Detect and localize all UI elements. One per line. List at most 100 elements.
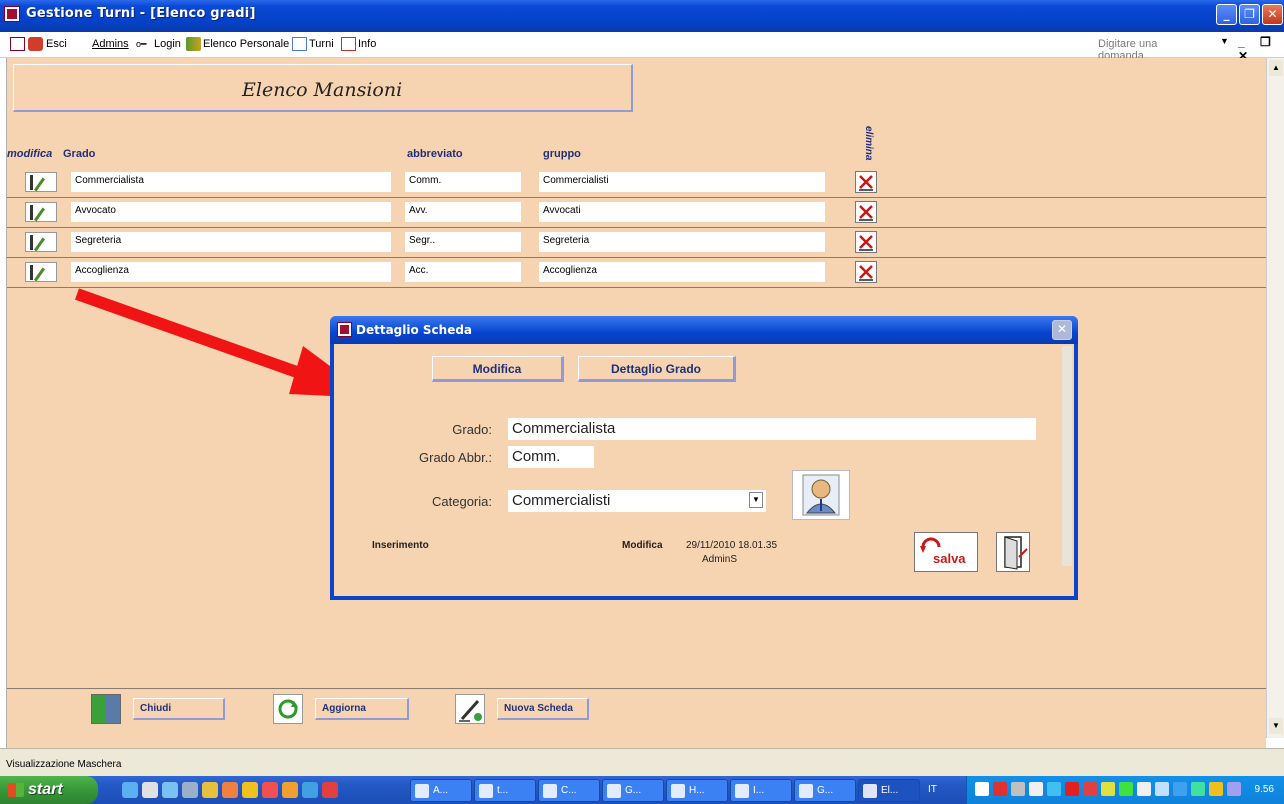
scroll-down-icon[interactable]: ▼ [1269, 718, 1283, 734]
dialog-title-bar: Dettaglio Scheda ✕ [330, 316, 1078, 344]
gruppo-field[interactable]: Segreteria [539, 232, 825, 252]
close-button[interactable]: ✕ [1262, 4, 1283, 25]
taskbar-item[interactable]: I... [730, 779, 792, 802]
grado-field[interactable]: Avvocato [71, 202, 391, 222]
scroll-up-icon[interactable]: ▲ [1269, 60, 1283, 76]
grado-label: Grado: [452, 422, 492, 437]
edit-pencil-icon[interactable] [25, 232, 57, 252]
save-button[interactable]: salva [914, 532, 978, 572]
access-app-icon [337, 322, 352, 337]
app-icon[interactable] [322, 782, 338, 798]
tray-icon[interactable] [975, 782, 989, 796]
modifica-timestamp: 29/11/2010 18.01.35 [686, 540, 778, 551]
tray-icon[interactable] [1173, 782, 1187, 796]
gruppo-field[interactable]: Accoglienza [539, 262, 825, 282]
edit-pencil-icon[interactable] [25, 172, 57, 192]
menu-info[interactable]: Info [358, 38, 376, 50]
app-icon[interactable] [242, 782, 258, 798]
dialog-title: Dettaglio Scheda [356, 323, 473, 337]
abbreviato-field[interactable]: Avv. [405, 202, 521, 222]
tray-icon[interactable] [1227, 782, 1241, 796]
grado-field[interactable]: Accoglienza [71, 262, 391, 282]
delete-x-icon[interactable] [855, 261, 877, 283]
tray-icon[interactable] [1029, 782, 1043, 796]
app-icon[interactable] [282, 782, 298, 798]
tray-icon[interactable] [1191, 782, 1205, 796]
new-record-pencil-icon[interactable] [455, 694, 485, 724]
menu-admins[interactable]: Admins [92, 38, 129, 50]
folder-icon[interactable] [202, 782, 218, 798]
delete-x-icon[interactable] [855, 171, 877, 193]
tray-icon[interactable] [1101, 782, 1115, 796]
network-icon[interactable] [1155, 782, 1169, 796]
taskbar-item-active[interactable]: El... [858, 779, 920, 802]
taskbar-item[interactable]: C... [538, 779, 600, 802]
menu-turni[interactable]: Turni [309, 38, 334, 50]
ask-question-input[interactable]: Digitare una domanda. [1094, 36, 1206, 62]
grado-input[interactable]: Commercialista [508, 418, 1036, 440]
abbreviato-field[interactable]: Acc. [405, 262, 521, 282]
menu-elenco-personale[interactable]: Elenco Personale [203, 38, 289, 50]
tray-icon[interactable] [993, 782, 1007, 796]
start-button[interactable]: start [0, 776, 98, 804]
edit-pencil-icon[interactable] [25, 202, 57, 222]
tray-icon[interactable] [1209, 782, 1223, 796]
tray-icon[interactable] [1065, 782, 1079, 796]
exit-icon [28, 37, 43, 51]
grado-field[interactable]: Segreteria [71, 232, 391, 252]
vertical-scrollbar[interactable]: ▲ ▼ [1266, 58, 1284, 738]
taskbar-item[interactable]: G... [602, 779, 664, 802]
menu-esci[interactable]: Esci [46, 38, 67, 50]
categoria-label: Categoria: [432, 494, 492, 509]
app-icon[interactable] [222, 782, 238, 798]
gruppo-field[interactable]: Commercialisti [539, 172, 825, 192]
taskbar-item[interactable]: t... [474, 779, 536, 802]
window-title-bar: Gestione Turni - [Elenco gradi] _ ❐ ✕ [0, 0, 1284, 32]
categoria-select[interactable]: Commercialisti [508, 490, 766, 512]
refresh-icon[interactable] [273, 694, 303, 724]
tray-icon[interactable] [1137, 782, 1151, 796]
col-header-abbreviato: abbreviato [407, 148, 463, 160]
delete-x-icon[interactable] [855, 231, 877, 253]
ie-icon[interactable] [122, 782, 138, 798]
taskbar-item[interactable]: A... [410, 779, 472, 802]
windows-taskbar: start A... t... C... G... H... I... G...… [0, 776, 1284, 804]
chiudi-button[interactable]: Chiudi [133, 698, 225, 720]
taskbar-item[interactable]: G... [794, 779, 856, 802]
tray-icon[interactable] [1047, 782, 1061, 796]
abbreviato-field[interactable]: Comm. [405, 172, 521, 192]
dialog-close-button[interactable]: ✕ [1052, 320, 1072, 340]
abbreviato-field[interactable]: Segr.. [405, 232, 521, 252]
norton-icon[interactable] [1083, 782, 1097, 796]
notepad-icon[interactable] [142, 782, 158, 798]
tray-icon[interactable] [1119, 782, 1133, 796]
nuova-scheda-button[interactable]: Nuova Scheda [497, 698, 589, 720]
person-icon[interactable] [792, 470, 850, 520]
clock: 9.56 [1254, 784, 1274, 795]
tab-dettaglio-grado[interactable]: Dettaglio Grado [578, 356, 736, 382]
edit-pencil-icon[interactable] [25, 262, 57, 282]
tab-modifica[interactable]: Modifica [432, 356, 564, 382]
network-icon[interactable] [182, 782, 198, 798]
grado-abbr-input[interactable]: Comm. [508, 446, 594, 468]
app-icon[interactable] [262, 782, 278, 798]
minimize-button[interactable]: _ [1216, 4, 1237, 25]
exit-door-icon[interactable] [996, 532, 1030, 572]
grado-field[interactable]: Commercialista [71, 172, 391, 192]
taskbar-item[interactable]: H... [666, 779, 728, 802]
volume-icon[interactable] [1011, 782, 1025, 796]
chevron-down-icon[interactable]: ▼ [749, 492, 763, 508]
menu-login[interactable]: Login [154, 38, 181, 50]
aggiorna-button[interactable]: Aggiorna [315, 698, 409, 720]
restore-button[interactable]: ❐ [1239, 4, 1260, 25]
gruppo-field[interactable]: Avvocati [539, 202, 825, 222]
delete-x-icon[interactable] [855, 201, 877, 223]
table-row: Avvocato Avv. Avvocati [7, 198, 1267, 228]
access-app-icon [4, 6, 20, 22]
language-indicator[interactable]: IT [928, 784, 937, 795]
ie-icon[interactable] [162, 782, 178, 798]
app-icon[interactable] [302, 782, 318, 798]
door-exit-icon[interactable] [91, 694, 121, 724]
ask-dropdown-icon[interactable]: ▼ [1220, 36, 1229, 46]
dettaglio-scheda-dialog: Dettaglio Scheda ✕ Modifica Dettaglio Gr… [330, 316, 1078, 600]
